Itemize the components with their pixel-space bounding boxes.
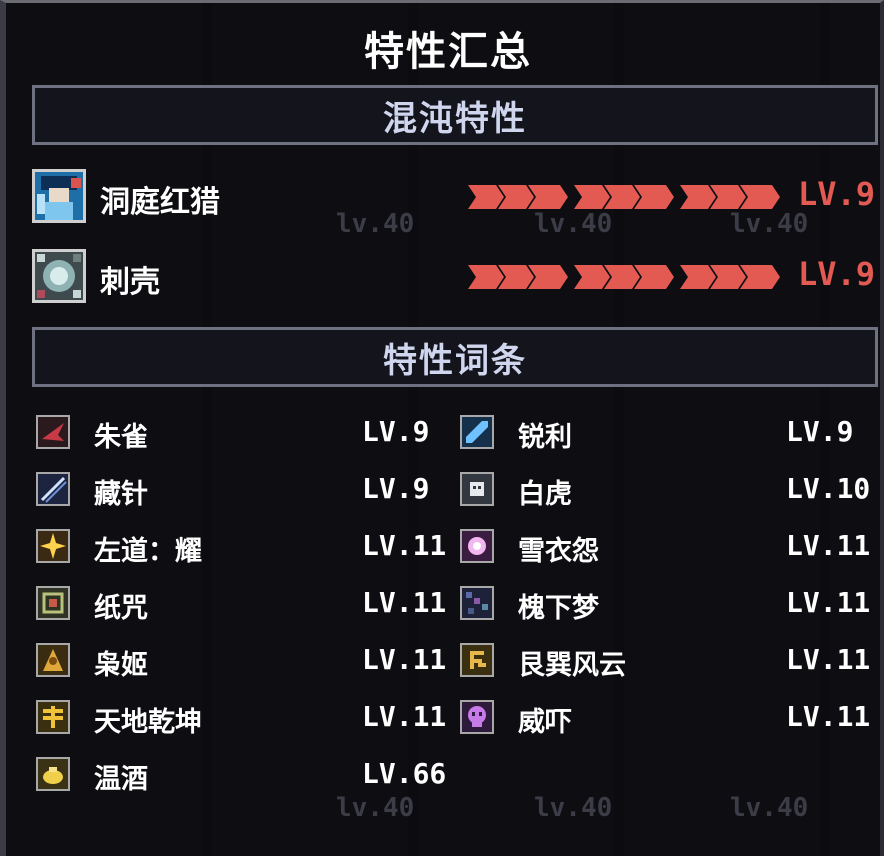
trait-entries-header-label: 特性词条 (383, 340, 527, 381)
warm-wine-icon (36, 757, 70, 791)
trait-name: 白虎 (518, 479, 572, 510)
vermilion-bird-icon (36, 415, 70, 449)
trait-level: LV.9 (362, 472, 430, 505)
trait-name: 威吓 (518, 707, 572, 738)
trait-level: LV.10 (786, 472, 871, 505)
owl-maiden-icon (36, 643, 70, 677)
trait-level: LV.11 (362, 700, 447, 733)
heaven-earth-icon (36, 700, 70, 734)
trait-row[interactable]: 艮巽风云 LV.11 (460, 641, 870, 681)
background-level-label: lv.40 (730, 793, 809, 823)
hunter-portrait-icon (32, 169, 86, 223)
wind-cloud-icon (460, 643, 494, 677)
panel-title: 特性汇总 (364, 29, 532, 75)
trait-level: LV.11 (786, 643, 871, 676)
trait-row[interactable]: 威吓 LV.11 (460, 698, 870, 738)
trait-row[interactable]: 雪衣怨 LV.11 (460, 527, 870, 567)
sharp-blade-icon (460, 415, 494, 449)
trait-name: 雪衣怨 (518, 536, 599, 567)
trait-name: 天地乾坤 (94, 707, 202, 738)
background-level-label: lv.40 (336, 793, 415, 823)
trait-row[interactable]: 天地乾坤 LV.11 (36, 698, 446, 738)
background-level-label: lv.40 (534, 793, 613, 823)
trait-name: 藏针 (94, 479, 148, 510)
chaos-trait-level: LV.9 (798, 175, 876, 213)
trait-entries-header: 特性词条 (32, 327, 878, 387)
radiant-star-icon (36, 529, 70, 563)
trait-row[interactable]: 锐利 LV.9 (460, 413, 870, 453)
trait-name: 纸咒 (94, 593, 148, 624)
trait-row[interactable]: 枭姬 LV.11 (36, 641, 446, 681)
trait-row[interactable]: 藏针 LV.9 (36, 470, 436, 510)
chaos-traits-header: 混沌特性 (32, 85, 878, 145)
trait-summary-panel: lv.40 lv.40 lv.40 lv.40 lv.40 lv.40 特性汇总… (0, 0, 884, 856)
skull-intimidate-icon (460, 700, 494, 734)
trait-row[interactable]: 纸咒 LV.11 (36, 584, 446, 624)
trait-level: LV.11 (362, 529, 447, 562)
chaos-trait-name: 刺壳 (100, 265, 160, 300)
chaos-trait-level: LV.9 (798, 255, 876, 293)
trait-name: 枭姬 (94, 650, 148, 681)
trait-level: LV.11 (362, 643, 447, 676)
trait-level: LV.11 (786, 529, 871, 562)
trait-name: 朱雀 (94, 422, 148, 453)
paper-curse-icon (36, 586, 70, 620)
trait-level: LV.11 (786, 586, 871, 619)
trait-name: 锐利 (518, 422, 572, 453)
trait-level: LV.9 (362, 415, 430, 448)
trait-level: LV.11 (786, 700, 871, 733)
chaos-level-bar (468, 185, 780, 209)
trait-name: 温酒 (94, 764, 148, 795)
trait-level: LV.9 (786, 415, 854, 448)
trait-row[interactable]: 槐下梦 LV.11 (460, 584, 870, 624)
trait-level: LV.66 (362, 757, 447, 790)
snow-robe-icon (460, 529, 494, 563)
trait-row[interactable]: 朱雀 LV.9 (36, 413, 436, 453)
chaos-trait-row[interactable]: 刺壳 LV.9 (32, 249, 878, 305)
chaos-traits-header-label: 混沌特性 (383, 98, 527, 139)
trait-name: 左道：耀 (94, 536, 202, 567)
hidden-needle-icon (36, 472, 70, 506)
trait-row[interactable]: 白虎 LV.10 (460, 470, 870, 510)
chaos-trait-row[interactable]: 洞庭红猎 LV.9 (32, 169, 878, 225)
trait-level: LV.11 (362, 586, 447, 619)
white-tiger-icon (460, 472, 494, 506)
trait-name: 艮巽风云 (518, 650, 626, 681)
chaos-trait-name: 洞庭红猎 (100, 185, 220, 220)
chaos-level-bar (468, 265, 780, 289)
locust-dream-icon (460, 586, 494, 620)
trait-row[interactable]: 温酒 LV.66 (36, 755, 446, 795)
trait-row[interactable]: 左道：耀 LV.11 (36, 527, 446, 567)
trait-name: 槐下梦 (518, 593, 599, 624)
spiked-shell-icon (32, 249, 86, 303)
